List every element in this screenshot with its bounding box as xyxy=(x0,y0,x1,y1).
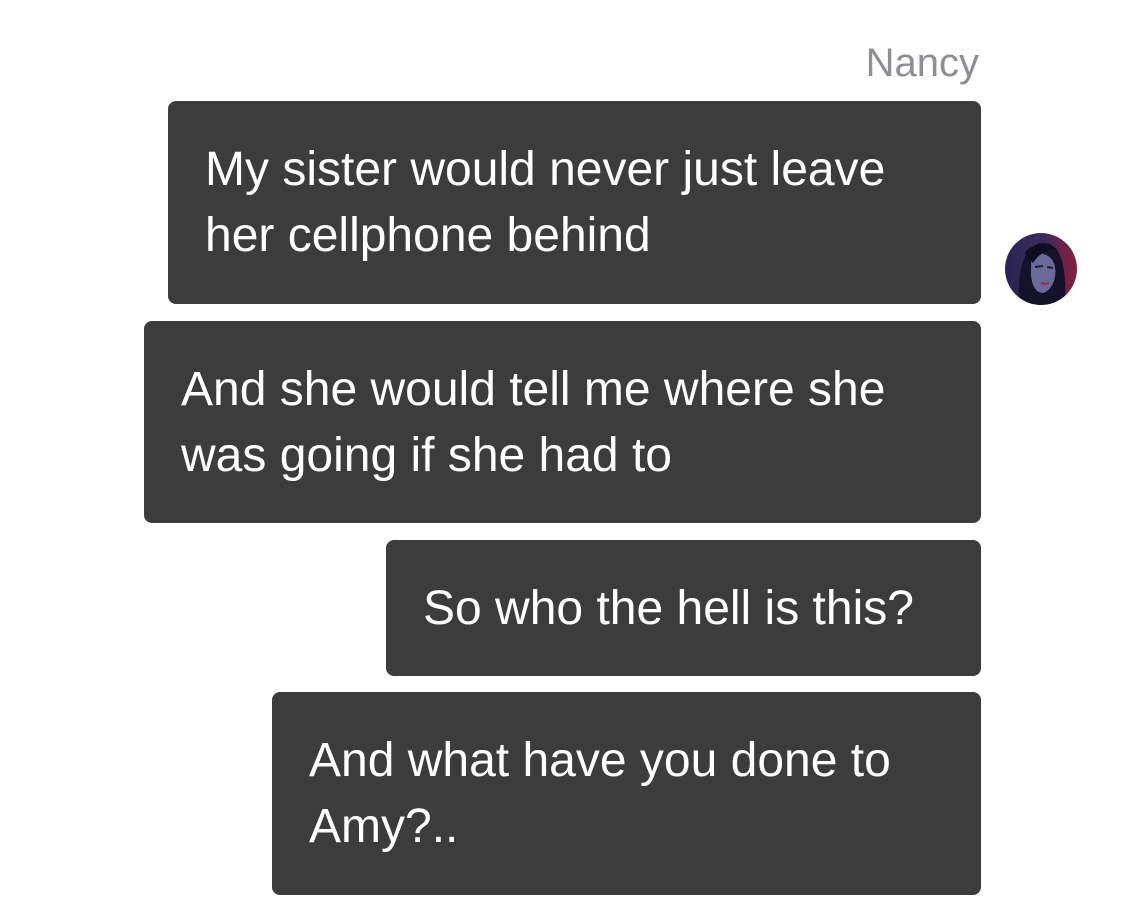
message-bubble[interactable]: And what have you done to Amy?.. xyxy=(272,692,981,895)
message-text-line: So who the hell is this? xyxy=(423,582,914,635)
avatar-portrait-icon xyxy=(1005,233,1077,305)
message-text-line: And what have you done to xyxy=(309,734,891,787)
message-text-line: was going if she had to xyxy=(181,429,672,482)
message-text-line: her cellphone behind xyxy=(205,209,651,262)
message-text-line: My sister would never just leave xyxy=(205,143,886,196)
message-bubble[interactable]: So who the hell is this? xyxy=(386,540,981,676)
message-text-line: Amy?.. xyxy=(309,800,459,853)
message-text-line: And she would tell me where she xyxy=(181,363,886,416)
message-bubble[interactable]: My sister would never just leave her cel… xyxy=(168,101,981,304)
message-bubble[interactable]: And she would tell me where she was goin… xyxy=(144,321,981,523)
nancy-avatar-icon[interactable] xyxy=(1005,233,1077,305)
sender-name: Nancy xyxy=(865,41,979,85)
